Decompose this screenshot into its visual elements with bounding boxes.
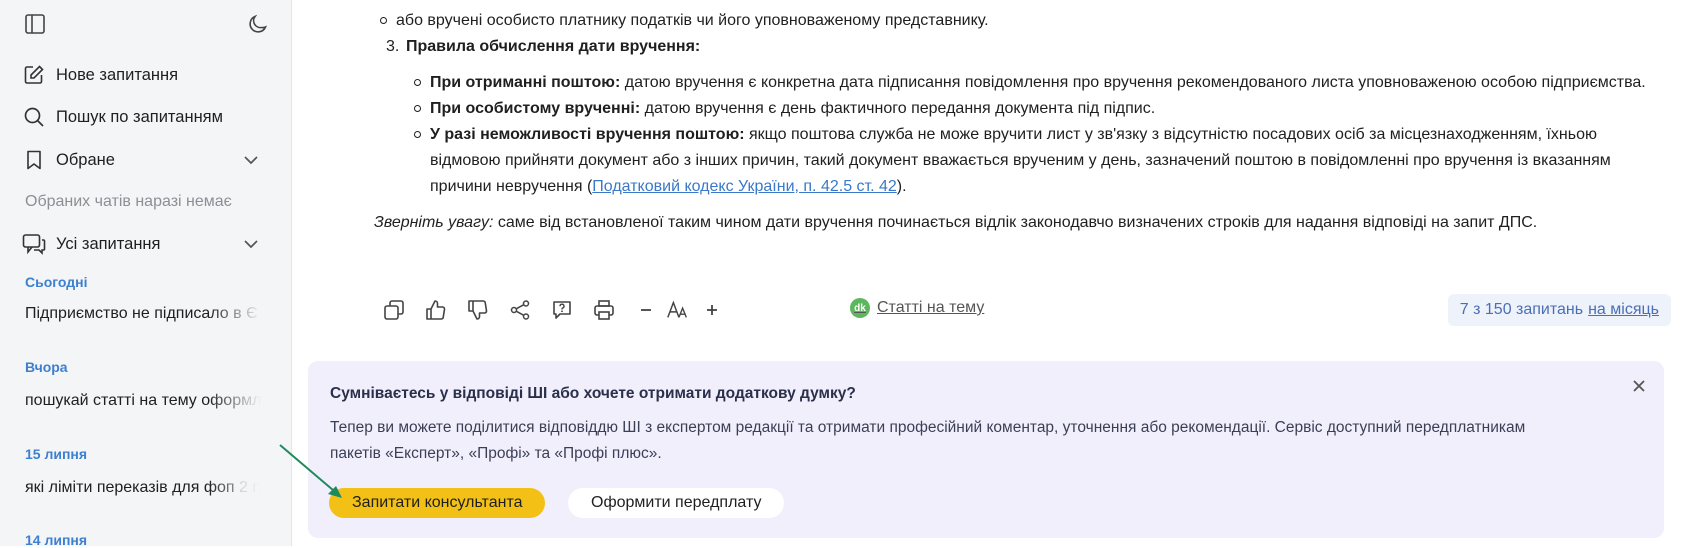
sidebar-item-new-request[interactable]: Нове запитання xyxy=(22,60,261,90)
bullet-text-end: ). xyxy=(896,178,907,195)
group-label-date: 15 липня xyxy=(25,446,88,462)
tax-code-link[interactable]: Податковий кодекс України, п. 42.5 ст. 4… xyxy=(592,178,896,195)
moon-icon[interactable] xyxy=(247,13,269,35)
sidebar-item-label: Обране xyxy=(56,150,115,169)
font-size-icon[interactable] xyxy=(666,298,690,322)
answer-note: Зверніть увагу: саме від встановленої та… xyxy=(374,210,1661,236)
answer-bullet: При особистому врученні: датою вручення … xyxy=(380,96,1661,122)
answer-content: або вручені особисто платнику податків ч… xyxy=(374,0,1661,236)
banner-title: Сумніваєтесь у відповіді ШІ або хочете о… xyxy=(330,385,856,402)
thumbs-down-icon[interactable] xyxy=(466,298,490,322)
close-icon[interactable] xyxy=(1630,377,1648,395)
note-label: Зверніть увагу: xyxy=(374,214,494,231)
increase-font-icon[interactable] xyxy=(700,298,724,322)
chat-title: Підприємство не підписало в Є xyxy=(25,305,258,322)
note-text: саме від встановленої таким чином дати в… xyxy=(493,214,1538,231)
answer-text: або вручені особисто платнику податків ч… xyxy=(396,12,989,29)
quota-period-link[interactable]: на місяць xyxy=(1588,301,1659,319)
chat-title-overflow: 2 гр xyxy=(239,479,261,496)
bullet-bold: При отриманні поштою: xyxy=(430,74,621,91)
answer-bullet: У разі неможливості вручення поштою: якщ… xyxy=(380,122,1661,200)
chat-title: які ліміти переказів для фоп xyxy=(25,479,240,496)
bookmark-icon xyxy=(22,148,46,172)
chat-history-item[interactable]: які ліміти переказів для фоп 2 гр xyxy=(25,479,261,497)
dk-logo-icon: dk xyxy=(850,298,870,318)
sidebar-item-label: Нове запитання xyxy=(56,65,179,84)
sidebar-item-all-requests[interactable]: Усі запитання xyxy=(22,229,261,259)
copy-icon[interactable] xyxy=(382,298,406,322)
decrease-font-icon[interactable] xyxy=(634,298,658,322)
banner-text: Тепер ви можете поділитися відповіддю ШІ… xyxy=(330,419,1526,462)
bullet-bold: При особистому врученні: xyxy=(430,100,641,117)
sidebar-top xyxy=(22,10,269,40)
favorites-empty-text: Обраних чатів наразі немає xyxy=(25,193,232,210)
share-icon[interactable] xyxy=(508,298,532,322)
sidebar: Нове запитання Пошук по запитанням Обран… xyxy=(0,0,292,548)
group-label-yesterday: Вчора xyxy=(25,359,68,375)
sidebar-item-search[interactable]: Пошук по запитанням xyxy=(22,102,261,132)
related-articles-label: Статті на тему xyxy=(877,299,985,316)
subscribe-button[interactable]: Оформити передплату xyxy=(568,488,785,518)
group-label-today: Сьогодні xyxy=(25,274,88,290)
bullet-bold: У разі неможливості вручення поштою: xyxy=(430,126,745,143)
print-icon[interactable] xyxy=(592,298,616,322)
chat-icon xyxy=(22,232,46,256)
main-panel: або вручені особисто платнику податків ч… xyxy=(292,0,1681,546)
request-quota: 7 з 150 запитань на місяць xyxy=(1447,294,1671,326)
chat-history-item[interactable]: пошукай статті на тему оформлення xyxy=(25,392,261,410)
quota-count: 7 з 150 запитань xyxy=(1459,301,1584,318)
item-title: Правила обчислення дати вручення: xyxy=(406,38,701,55)
search-icon xyxy=(22,105,46,129)
question-chat-icon[interactable] xyxy=(550,298,574,322)
related-articles-link[interactable]: dk Статті на тему xyxy=(850,298,984,318)
edit-icon xyxy=(22,63,46,87)
bullet-text: датою вручення є конкретна дата підписан… xyxy=(620,74,1646,91)
item-number: 3. xyxy=(386,38,400,55)
sidebar-item-favorites[interactable]: Обране xyxy=(22,145,261,175)
answer-bullet: При отриманні поштою: датою вручення є к… xyxy=(380,70,1661,96)
sidebar-item-label: Пошук по запитанням xyxy=(56,107,223,126)
expert-opinion-banner: Сумніваєтесь у відповіді ШІ або хочете о… xyxy=(308,361,1664,538)
answer-bullet: або вручені особисто платнику податків ч… xyxy=(346,8,1661,34)
chevron-down-icon[interactable] xyxy=(241,150,261,170)
ask-consultant-button[interactable]: Запитати консультанта xyxy=(329,488,546,518)
chevron-down-icon[interactable] xyxy=(241,234,261,254)
sidebar-item-label: Усі запитання xyxy=(56,234,161,253)
bullet-text: датою вручення є день фактичного передан… xyxy=(640,100,1156,117)
chat-title: пошукай статті на тему оформлення xyxy=(25,392,261,409)
thumbs-up-icon[interactable] xyxy=(424,298,448,322)
chat-history-item[interactable]: Підприємство не підписало в Є xyxy=(25,305,261,323)
sidebar-toggle-icon[interactable] xyxy=(24,13,46,35)
answer-numbered-item: 3. Правила обчислення дати вручення: xyxy=(380,34,1661,60)
